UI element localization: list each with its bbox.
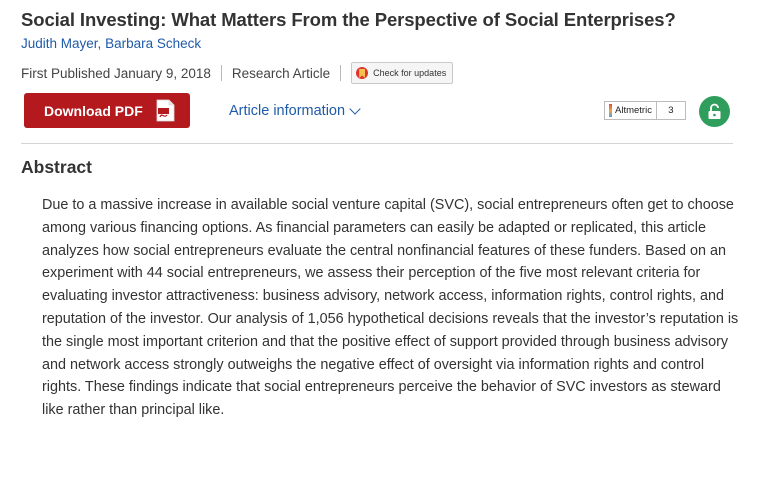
author-link[interactable]: Barbara Scheck	[105, 36, 201, 51]
altmetric-name: Altmetric	[615, 105, 652, 116]
download-pdf-button[interactable]: Download PDF	[24, 93, 190, 128]
author-list: Judith Mayer, Barbara Scheck	[21, 36, 201, 51]
section-divider	[21, 143, 733, 144]
altmetric-badge[interactable]: Altmetric 3	[604, 101, 686, 120]
article-type: Research Article	[231, 65, 331, 81]
open-access-badge	[699, 96, 730, 127]
article-meta: First Published January 9, 2018 Research…	[21, 62, 454, 84]
altmetric-logo-icon	[609, 104, 612, 117]
abstract-heading: Abstract	[21, 157, 92, 177]
open-lock-icon	[708, 103, 721, 119]
crossmark-icon	[356, 67, 369, 79]
chevron-down-icon	[349, 102, 361, 115]
article-title: Social Investing: What Matters From the …	[21, 9, 676, 30]
meta-divider	[220, 65, 222, 81]
meta-divider	[340, 65, 342, 81]
altmetric-score: 3	[655, 102, 685, 119]
author-link[interactable]: Judith Mayer	[21, 36, 98, 51]
pdf-file-icon	[156, 99, 175, 122]
article-information-toggle[interactable]: Article information	[229, 102, 361, 119]
download-pdf-label: Download PDF	[44, 102, 143, 119]
author-separator: ,	[97, 36, 106, 51]
article-information-label: Article information	[229, 103, 346, 119]
published-date: First Published January 9, 2018	[21, 65, 211, 81]
altmetric-label: Altmetric	[605, 102, 656, 119]
check-for-updates-label: Check for updates	[373, 68, 447, 78]
abstract-text: Due to a massive increase in available s…	[42, 197, 739, 419]
check-for-updates-button[interactable]: Check for updates	[351, 62, 454, 84]
